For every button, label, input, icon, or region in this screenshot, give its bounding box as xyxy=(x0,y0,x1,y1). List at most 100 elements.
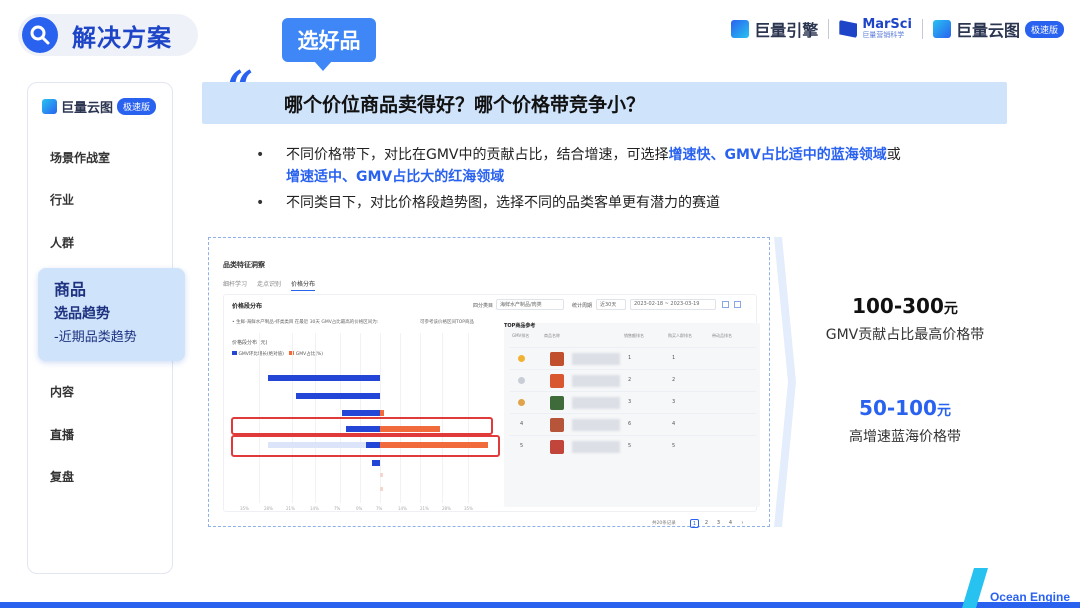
bullet-highlight: 增速适中、GMV占比大的红海领域 xyxy=(286,169,505,185)
product-name-blurred xyxy=(572,419,620,431)
product-thumbnail xyxy=(550,440,564,454)
axis-tick-label: 0% xyxy=(356,506,363,511)
product-name-blurred xyxy=(572,375,620,387)
pagination-total: 共20条记录 xyxy=(652,521,676,526)
trophy-icon xyxy=(518,377,525,384)
table-cell: 3 xyxy=(672,399,676,405)
sidebar-item-review[interactable]: 复盘 xyxy=(50,468,74,485)
footer-brand: Ocean Engine xyxy=(989,590,1070,604)
axis-tick-label: 35% xyxy=(240,506,249,511)
question-text: 哪个价位商品卖得好？哪个价格带竞争小？ xyxy=(284,93,646,116)
product-thumbnail xyxy=(550,396,564,410)
bullet-list: 不同价格带下，对比在GMV中的贡献占比，结合增速，可选择增速快、GMV占比适中的… xyxy=(256,144,996,218)
yuntu-text: 巨量云图 xyxy=(955,21,1020,40)
axis-tick-label: 7% xyxy=(376,506,383,511)
sidebar-brand-text: 巨量云图 xyxy=(61,101,114,116)
yuntu-mark-icon xyxy=(42,99,57,114)
stat-desc: GMV贡献占比最高价格带 xyxy=(825,327,985,343)
next-page-chevron-icon[interactable]: › xyxy=(738,519,747,528)
sidebar-brand: 巨量云图 极速版 xyxy=(42,97,157,116)
filter-period-label: 统计周期 xyxy=(572,303,593,309)
product-thumbnail xyxy=(550,374,564,388)
axis-tick-label: 14% xyxy=(310,506,319,511)
page-button[interactable]: 1 xyxy=(690,519,699,528)
highlight-box-redsea xyxy=(231,435,500,457)
sidebar-item-scenario[interactable]: 场景作战室 xyxy=(50,149,110,166)
top-product-table: TOP商品参考 GMV排名 商品名称 销售额排名 购买人群排名 带动品排名 1 … xyxy=(504,323,760,528)
stat-blue-sea: 50-100元 高增速蓝海价格带 xyxy=(800,396,1010,446)
product-thumbnail xyxy=(550,418,564,432)
axis-tick-label: 14% xyxy=(398,506,407,511)
table-cell: 6 xyxy=(628,421,632,427)
table-cell: 2 xyxy=(672,377,676,383)
chart-bar xyxy=(372,460,380,466)
export-icon[interactable] xyxy=(722,301,729,308)
scenario-tag: 选好品 xyxy=(282,18,376,71)
table-cell: 5 xyxy=(672,443,676,449)
price-panel: 价格段分布 四分类目 海鲜水产制品/肉类 统计周期 近30天 2023-02-1… xyxy=(223,294,760,528)
filter-category-select[interactable]: 海鲜水产制品/肉类 xyxy=(496,299,564,310)
table-cell: 2 xyxy=(628,377,632,383)
chart-bar xyxy=(268,375,380,381)
table-cell: 5 xyxy=(628,443,632,449)
sidebar-brand-badge: 极速版 xyxy=(117,98,157,115)
sidebar-item-industry[interactable]: 行业 xyxy=(50,191,74,208)
ocean-engine-mark-icon xyxy=(962,568,988,608)
juliang-engine-text: 巨量引擎 xyxy=(754,21,819,40)
marsci-logo: MarSci 巨量营销科学 xyxy=(839,18,912,40)
sidebar-item-audience[interactable]: 人群 xyxy=(50,234,74,251)
product-thumbnail xyxy=(550,352,564,366)
axis-tick-label: 28% xyxy=(264,506,273,511)
juliang-engine-logo: 巨量引擎 xyxy=(731,17,818,41)
table-row[interactable]: 4 6 4 xyxy=(510,413,756,435)
stat-unit: 元 xyxy=(943,301,958,317)
panel-title: 价格段分布 xyxy=(232,303,263,310)
page-button[interactable]: 3 xyxy=(714,519,723,528)
dashboard-tab-active[interactable]: 价格分布 xyxy=(291,279,316,291)
table-row[interactable]: 1 1 xyxy=(510,347,756,369)
dashboard-tab[interactable]: 细杆学习 xyxy=(223,279,247,288)
filter-period-select[interactable]: 近30天 xyxy=(596,299,626,310)
dashboard-tab[interactable]: 走点识别 xyxy=(257,279,281,288)
date-range-picker[interactable]: 2023-02-18 ~ 2023-03-19 xyxy=(630,299,716,310)
product-name-blurred xyxy=(572,397,620,409)
section-title-pill: 解决方案 xyxy=(18,14,198,56)
product-name-blurred xyxy=(572,353,620,365)
logo-divider xyxy=(921,19,923,39)
dashboard-title: 品类特征洞察 xyxy=(223,261,265,269)
table-header: 销售额排名 xyxy=(624,333,644,338)
sidebar: 巨量云图 极速版 场景作战室 行业 人群 商品 选品趋势 -近期品类趋势 内容 … xyxy=(27,82,185,574)
grid-view-icon[interactable] xyxy=(734,301,741,308)
page-button[interactable]: 4 xyxy=(726,519,735,528)
sidebar-item-content[interactable]: 内容 xyxy=(50,383,74,400)
page-button[interactable]: 2 xyxy=(702,519,711,528)
bullet-item: 不同类目下，对比价格段趋势图，选择不同的品类客单更有潜力的赛道 xyxy=(256,192,996,214)
sidebar-active-sub1: 选品趋势 xyxy=(54,306,110,322)
stat-unit: 元 xyxy=(936,403,951,419)
panel-note: • 生鲜-海鲜水产制品-虾类类目 在最近 30天 GMV占比最高的价格区间为: xyxy=(232,320,379,325)
bullet-text: 不同价格带下，对比在GMV中的贡献占比，结合增速，可选择 xyxy=(286,147,669,163)
brand-logos: 巨量引擎 MarSci 巨量营销科学 巨量云图 极速版 xyxy=(731,14,1064,44)
sidebar-item-live[interactable]: 直播 xyxy=(50,426,74,443)
table-row[interactable]: 2 2 xyxy=(510,369,756,391)
sidebar-item-product-active[interactable]: 商品 选品趋势 -近期品类趋势 xyxy=(38,268,185,361)
chart-bar xyxy=(380,487,383,491)
table-header: 购买人群排名 xyxy=(668,333,692,338)
quote-mark-icon: “ xyxy=(228,62,254,113)
chart-bar xyxy=(380,473,383,477)
bullet-highlight: 增速快、GMV占比适中的蓝海领域 xyxy=(668,147,887,163)
trophy-icon xyxy=(518,399,525,406)
bullet-item: 不同价格带下，对比在GMV中的贡献占比，结合增速，可选择增速快、GMV占比适中的… xyxy=(256,144,996,188)
table-row[interactable]: 5 5 5 xyxy=(510,435,756,457)
chart-legend: GMV环比增长(绝对值) GMV占比(%) xyxy=(232,351,323,357)
chart-bar xyxy=(296,393,380,399)
table-header: GMV排名 xyxy=(512,333,530,338)
table-header: 商品名称 xyxy=(544,333,560,338)
table-row[interactable]: 3 3 xyxy=(510,391,756,413)
table-cell: 4 xyxy=(672,421,676,427)
dashboard-screenshot: 品类特征洞察 细杆学习 走点识别 价格分布 价格段分布 四分类目 海鲜水产制品/… xyxy=(208,237,770,528)
chart-label: 价格段分布 (元) xyxy=(232,339,268,346)
table-header: 带动品排名 xyxy=(712,333,732,338)
sidebar-active-sub2: -近期品类趋势 xyxy=(54,330,137,345)
highlight-box-bluesea xyxy=(231,417,493,435)
